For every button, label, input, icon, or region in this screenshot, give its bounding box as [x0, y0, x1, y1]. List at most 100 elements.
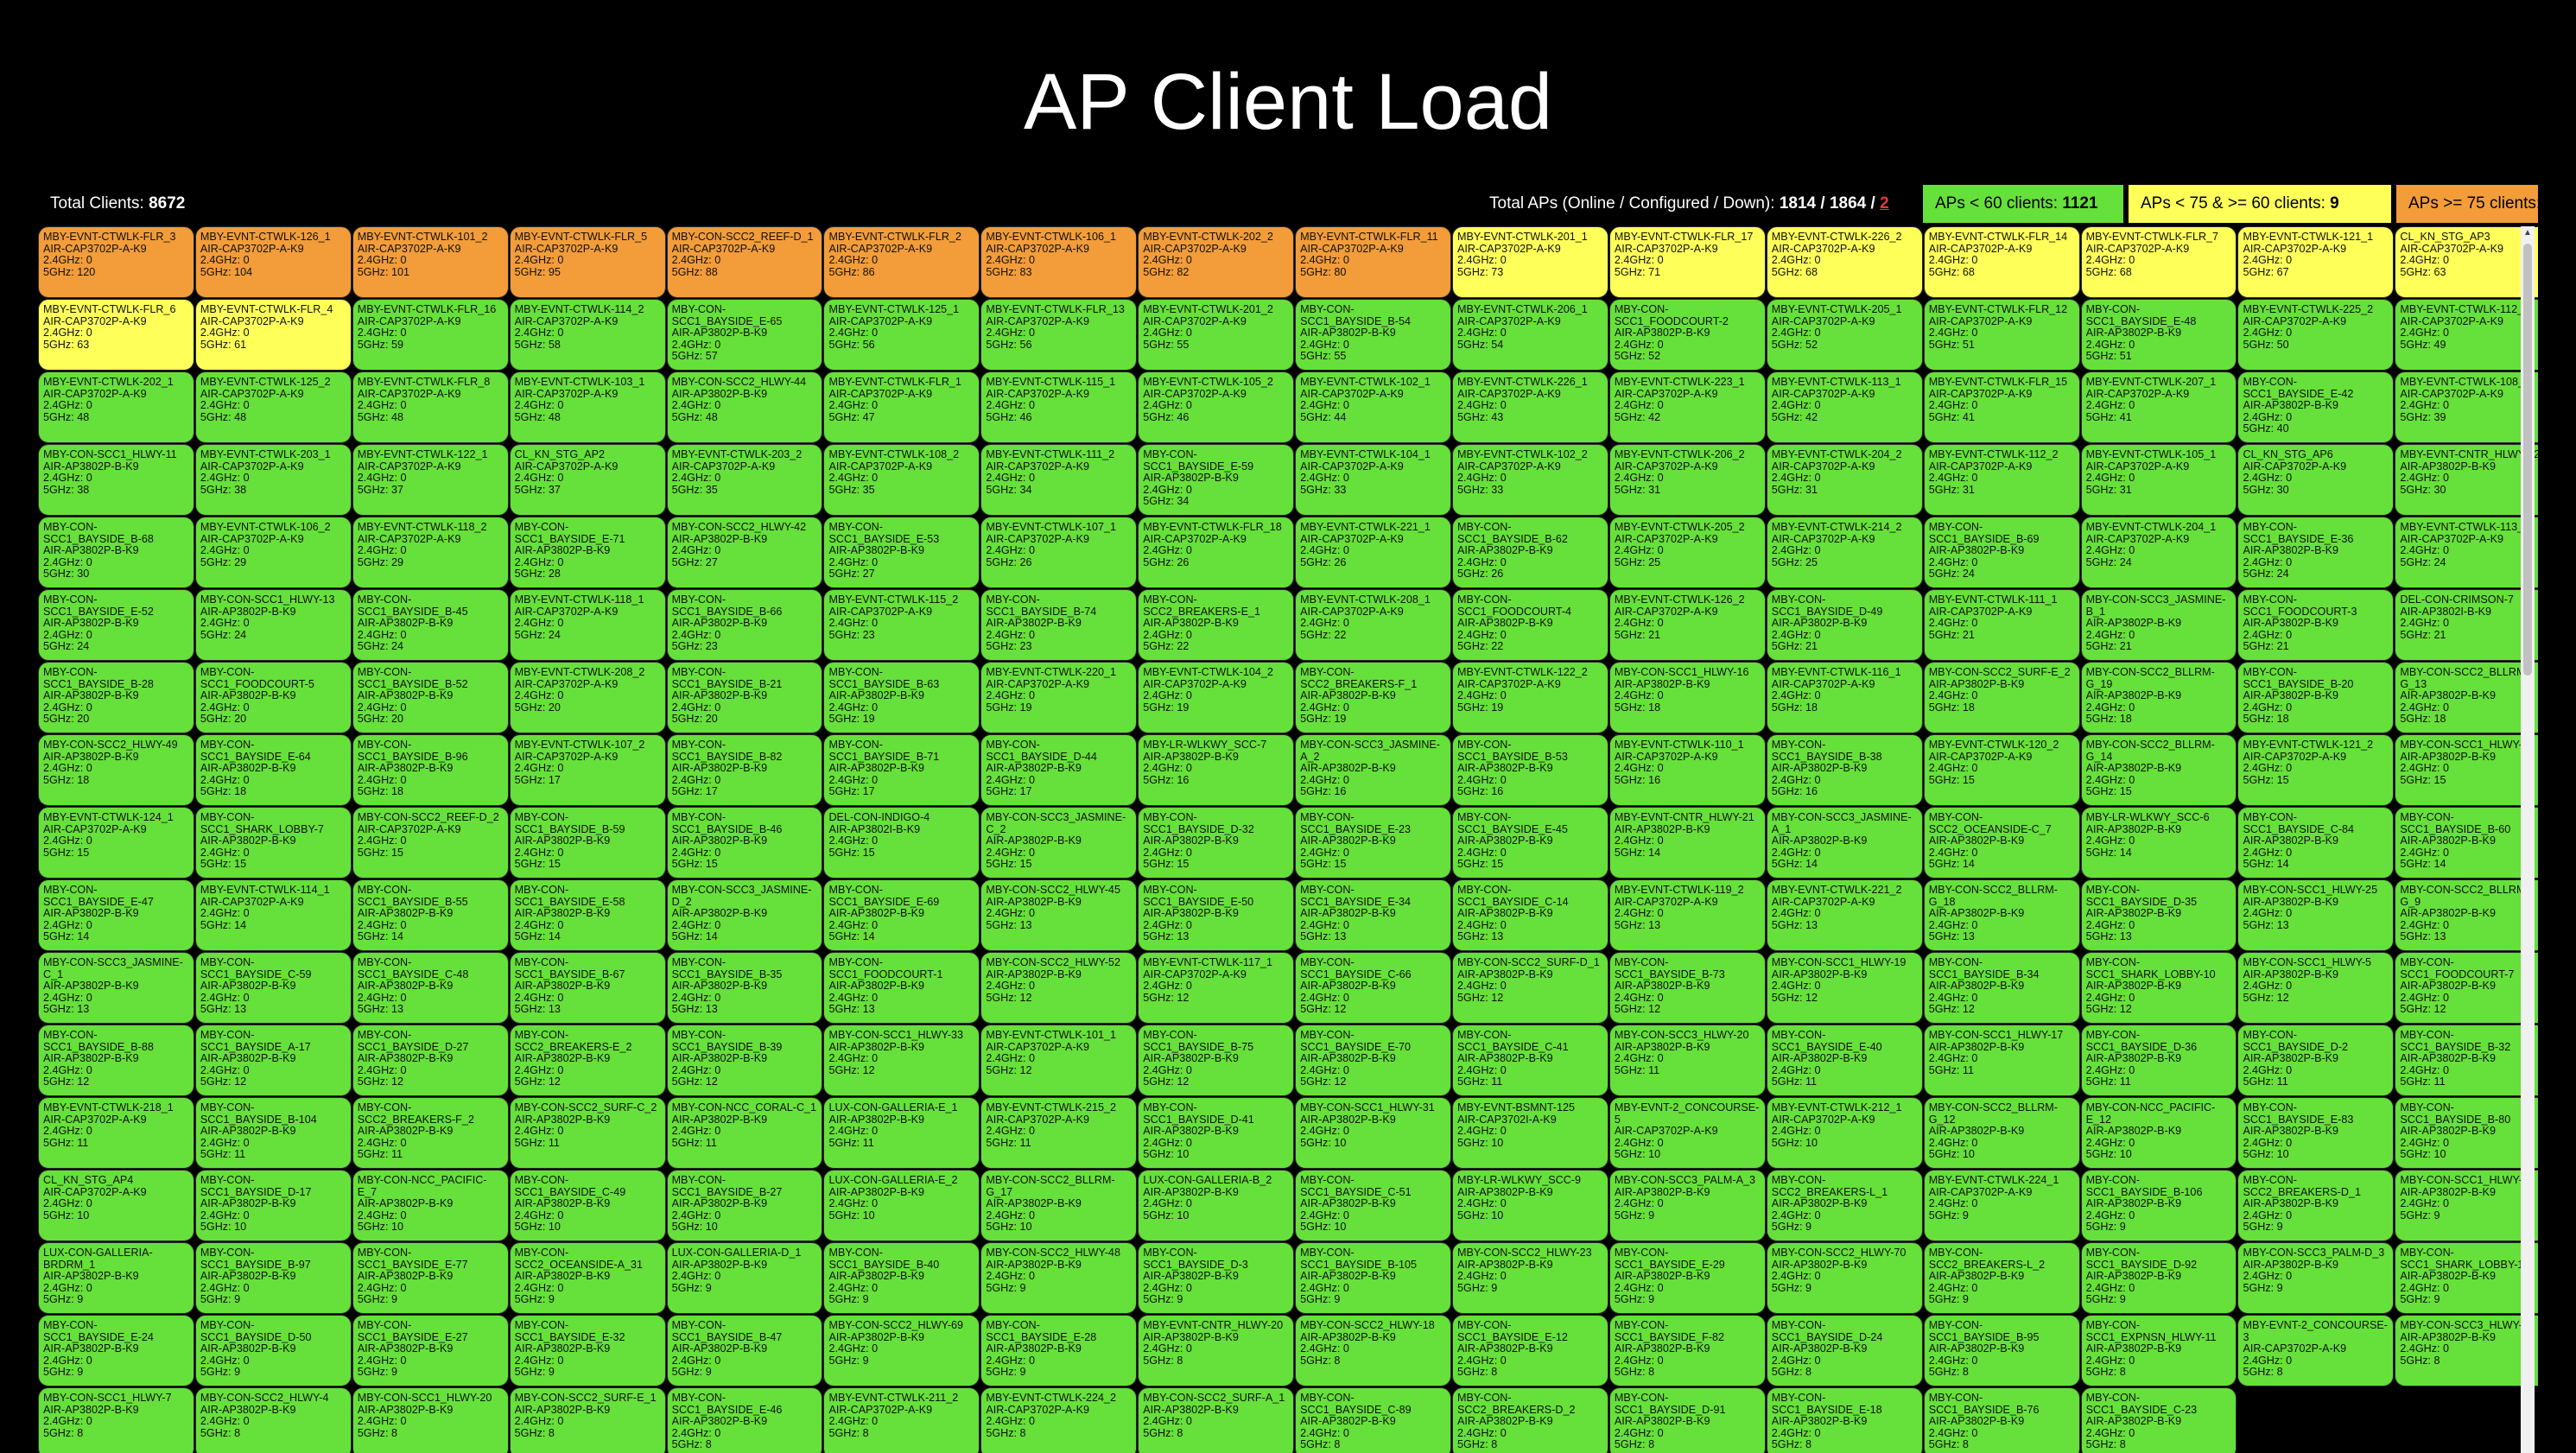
ap-card[interactable]: MBY-CON-SCC2_OCEANSIDE-C_7 AIR-AP3802P-B-… — [1923, 807, 2080, 879]
ap-card[interactable]: MBY-CON-SCC3_JASMINE-D_2 AIR-AP3802P-B-K9… — [666, 879, 823, 951]
ap-card[interactable]: MBY-CON-SCC3_JASMINE-C_1 AIR-AP3802P-B-K9… — [38, 952, 194, 1024]
ap-card[interactable]: MBY-EVNT-CTWLK-208_2 AIR-CAP3702P-A-K9 2.4… — [509, 662, 666, 733]
ap-card[interactable]: DEL-CON-INDIGO-4 AIR-AP3802I-B-K9 2.4GHz: … — [823, 807, 980, 879]
ap-card[interactable]: MBY-EVNT-CTWLK-122_2 AIR-CAP3702P-A-K9 2.4… — [1452, 662, 1608, 733]
ap-card[interactable]: MBY-CON-SCC1_BAYSIDE_E-34 AIR-AP3802P-B-K… — [1295, 879, 1452, 951]
ap-card[interactable]: MBY-EVNT-CTWLK-203_1 AIR-CAP3702P-A-K9 2.4… — [194, 444, 352, 516]
ap-card[interactable]: MBY-CON-SCC2_BREAKERS-E_2 AIR-AP3802P-B-K… — [509, 1025, 666, 1096]
ap-card[interactable]: MBY-CON-SCC1_BAYSIDE_E-52 AIR-AP3802P-B-K… — [38, 589, 194, 661]
ap-card[interactable]: MBY-CON-SCC1_BAYSIDE_B-53 AIR-AP3802P-B-K… — [1452, 734, 1608, 806]
ap-card[interactable]: MBY-EVNT-CTWLK-224_1 AIR-CAP3702P-A-K9 2.4… — [1923, 1170, 2080, 1241]
ap-card[interactable]: MBY-EVNT-CTWLK-101_1 AIR-CAP3702P-A-K9 2.4… — [980, 1025, 1138, 1096]
ap-card[interactable]: MBY-CON-SCC3_PALM-D_3 AIR-AP3802P-B-K9 2.4… — [2237, 1242, 2395, 1314]
ap-card[interactable]: MBY-EVNT-CTWLK-207_1 AIR-CAP3702P-A-K9 2.4… — [2080, 371, 2237, 443]
ap-card[interactable]: MBY-EVNT-CTWLK-102_2 AIR-CAP3702P-A-K9 2.4… — [1452, 444, 1608, 516]
ap-card[interactable]: MBY-CON-SCC1_BAYSIDE_B-35 AIR-AP3802P-B-K… — [666, 952, 823, 1024]
ap-card[interactable]: MBY-EVNT-CTWLK-FLR_15 AIR-CAP3702P-A-K9 2.… — [1923, 371, 2080, 443]
ap-card[interactable]: DEL-CON-CRIMSON-7 AIR-AP3802I-B-K9 2.4GHz:… — [2395, 589, 2538, 661]
ap-card[interactable]: MBY-CON-SCC1_HLWY-5 AIR-AP3802P-B-K9 2.4GH… — [2237, 952, 2395, 1024]
ap-card[interactable]: MBY-CON-SCC2_HLWY-70 AIR-AP3802P-B-K9 2.4G… — [1766, 1242, 1923, 1314]
ap-card[interactable]: MBY-EVNT-CTWLK-FLR_12 AIR-CAP3702P-A-K9 2.… — [1923, 299, 2080, 371]
ap-card[interactable]: MBY-CON-SCC1_BAYSIDE_B-71 AIR-AP3802P-B-K… — [823, 734, 980, 806]
ap-card[interactable]: MBY-CON-SCC2_BREAKERS-L_2 AIR-AP3802P-B-K… — [1923, 1242, 2080, 1314]
ap-card[interactable]: MBY-CON-SCC1_BAYSIDE_D-3 AIR-AP3802P-B-K9… — [1138, 1242, 1295, 1314]
ap-card[interactable]: MBY-CON-SCC1_BAYSIDE_E-29 AIR-AP3802P-B-K… — [1608, 1242, 1766, 1314]
ap-card[interactable]: MBY-EVNT-CTWLK-218_1 AIR-CAP3702P-A-K9 2.4… — [38, 1097, 194, 1169]
ap-card[interactable]: MBY-CON-SCC2_HLWY-23 AIR-AP3802P-B-K9 2.4G… — [1452, 1242, 1608, 1314]
ap-card[interactable]: MBY-CON-SCC1_FOODCOURT-3 AIR-AP3802P-B-K9… — [2237, 589, 2395, 661]
ap-card[interactable]: MBY-CON-SCC1_BAYSIDE_E-77 AIR-AP3802P-B-K… — [352, 1242, 509, 1314]
ap-card[interactable]: MBY-CON-SCC1_BAYSIDE_B-80 AIR-AP3802P-B-K… — [2395, 1097, 2538, 1169]
ap-card[interactable]: MBY-CON-SCC1_BAYSIDE_B-40 AIR-AP3802P-B-K… — [823, 1242, 980, 1314]
ap-card[interactable]: MBY-EVNT-CTWLK-FLR_11 AIR-CAP3702P-A-K9 2.… — [1295, 226, 1452, 298]
ap-card[interactable]: MBY-EVNT-CTWLK-FLR_2 AIR-CAP3702P-A-K9 2.4… — [823, 226, 980, 298]
ap-card[interactable]: MBY-CON-SCC1_HLWY-12 AIR-AP3802P-B-K9 2.4G… — [2395, 734, 2538, 806]
ap-card[interactable]: MBY-CON-SCC1_BAYSIDE_F-82 AIR-AP3802P-B-K… — [1608, 1315, 1766, 1386]
ap-card[interactable]: MBY-EVNT-CTWLK-FLR_16 AIR-CAP3702P-A-K9 2.… — [352, 299, 509, 371]
ap-card[interactable]: MBY-CON-SCC1_FOODCOURT-5 AIR-AP3802P-B-K9… — [194, 662, 352, 733]
down-count-link[interactable]: 2 — [1880, 194, 1889, 213]
ap-card[interactable]: MBY-EVNT-CTWLK-105_2 AIR-CAP3702P-A-K9 2.4… — [1138, 371, 1295, 443]
ap-card[interactable]: MBY-EVNT-CTWLK-214_2 AIR-CAP3702P-A-K9 2.4… — [1766, 517, 1923, 588]
ap-card[interactable]: MBY-CON-SCC1_BAYSIDE_B-55 AIR-AP3802P-B-K… — [352, 879, 509, 951]
ap-card[interactable]: MBY-EVNT-CTWLK-108_1 AIR-CAP3702P-A-K9 2.4… — [2395, 371, 2538, 443]
ap-card[interactable]: MBY-EVNT-CTWLK-FLR_4 AIR-CAP3702P-A-K9 2.4… — [194, 299, 352, 371]
ap-card[interactable]: MBY-EVNT-CTWLK-125_2 AIR-CAP3702P-A-K9 2.4… — [194, 371, 352, 443]
ap-card[interactable]: MBY-CON-SCC2_HLWY-45 AIR-AP3802P-B-K9 2.4G… — [980, 879, 1138, 951]
ap-card[interactable]: MBY-CON-SCC1_BAYSIDE_E-59 AIR-AP3802P-B-K… — [1138, 444, 1295, 516]
ap-card[interactable]: MBY-EVNT-CTWLK-FLR_5 AIR-CAP3702P-A-K9 2.4… — [509, 226, 666, 298]
ap-card[interactable]: MBY-CON-SCC1_BAYSIDE_B-60 AIR-AP3802P-B-K… — [2395, 807, 2538, 879]
ap-card[interactable]: MBY-EVNT-CTWLK-FLR_3 AIR-CAP3702P-A-K9 2.4… — [38, 226, 194, 298]
ap-card[interactable]: MBY-EVNT-CTWLK-112_2 AIR-CAP3702P-A-K9 2.4… — [1923, 444, 2080, 516]
ap-card[interactable]: MBY-CON-SCC1_BAYSIDE_E-24 AIR-AP3802P-B-K… — [38, 1315, 194, 1386]
ap-card[interactable]: MBY-CON-SCC2_HLWY-44 AIR-AP3802P-B-K9 2.4G… — [666, 371, 823, 443]
ap-card[interactable]: MBY-CON-SCC1_BAYSIDE_B-54 AIR-AP3802P-B-K… — [1295, 299, 1452, 371]
ap-card[interactable]: MBY-EVNT-CTWLK-220_1 AIR-CAP3702P-A-K9 2.4… — [980, 662, 1138, 733]
ap-card[interactable]: MBY-CON-SCC2_HLWY-49 AIR-AP3802P-B-K9 2.4G… — [38, 734, 194, 806]
ap-card[interactable]: MBY-CON-SCC1_BAYSIDE_B-21 AIR-AP3802P-B-K… — [666, 662, 823, 733]
ap-card[interactable]: MBY-CON-SCC1_BAYSIDE_B-67 AIR-AP3802P-B-K… — [509, 952, 666, 1024]
ap-card[interactable]: MBY-CON-SCC1_HLWY-33 AIR-AP3802P-B-K9 2.4G… — [823, 1025, 980, 1096]
ap-card[interactable]: MBY-CON-SCC1_BAYSIDE_E-40 AIR-AP3802P-B-K… — [1766, 1025, 1923, 1096]
ap-card[interactable]: MBY-CON-SCC2_BLLRM-G_9 AIR-AP3802P-B-K9 2.… — [2395, 879, 2538, 951]
ap-card[interactable]: MBY-CON-SCC1_BAYSIDE_B-28 AIR-AP3802P-B-K… — [38, 662, 194, 733]
ap-card[interactable]: MBY-EVNT-CTWLK-116_1 AIR-CAP3702P-A-K9 2.4… — [1766, 662, 1923, 733]
ap-card[interactable]: MBY-CON-SCC2_BLLRM-G_19 AIR-AP3802P-B-K9 2… — [2080, 662, 2237, 733]
ap-card[interactable]: MBY-CON-SCC2_REEF-D_2 AIR-CAP3702P-A-K9 2.… — [352, 807, 509, 879]
ap-card[interactable]: MBY-CON-SCC2_BLLRM-G_18 AIR-AP3802P-B-K9 2… — [1923, 879, 2080, 951]
ap-card[interactable]: MBY-EVNT-CTWLK-206_2 AIR-CAP3702P-A-K9 2.4… — [1608, 444, 1766, 516]
ap-card[interactable]: MBY-CON-SCC1_BAYSIDE_B-88 AIR-AP3802P-B-K… — [38, 1025, 194, 1096]
ap-card[interactable]: MBY-CON-SCC1_BAYSIDE_B-66 AIR-AP3802P-B-K… — [666, 589, 823, 661]
ap-card[interactable]: MBY-EVNT-CTWLK-205_1 AIR-CAP3702P-A-K9 2.4… — [1766, 299, 1923, 371]
ap-card[interactable]: MBY-EVNT-CTWLK-114_2 AIR-CAP3702P-A-K9 2.4… — [509, 299, 666, 371]
ap-card[interactable]: MBY-CON-SCC1_BAYSIDE_B-68 AIR-AP3802P-B-K… — [38, 517, 194, 588]
ap-card[interactable]: MBY-EVNT-CTWLK-104_2 AIR-CAP3702P-A-K9 2.4… — [1138, 662, 1295, 733]
ap-card[interactable]: MBY-EVNT-CTWLK-212_1 AIR-CAP3702P-A-K9 2.4… — [1766, 1097, 1923, 1169]
ap-card[interactable]: MBY-EVNT-2_CONCOURSE-3 AIR-CAP3702P-A-K9 2… — [2237, 1315, 2395, 1386]
ap-card[interactable]: MBY-EVNT-CTWLK-107_2 AIR-CAP3702P-A-K9 2.4… — [509, 734, 666, 806]
ap-card[interactable]: MBY-CON-SCC1_BAYSIDE_B-96 AIR-AP3802P-B-K… — [352, 734, 509, 806]
ap-card[interactable]: MBY-CON-SCC1_BAYSIDE_B-39 AIR-AP3802P-B-K… — [666, 1025, 823, 1096]
ap-card[interactable]: MBY-CON-SCC2_BREAKERS-D_2 AIR-AP3802P-B-K… — [1452, 1387, 1608, 1453]
ap-card[interactable]: MBY-CON-SCC1_BAYSIDE_D-17 AIR-AP3802P-B-K… — [194, 1170, 352, 1241]
ap-card[interactable]: MBY-CON-SCC1_HLWY-13 AIR-AP3802P-B-K9 2.4G… — [194, 589, 352, 661]
ap-card[interactable]: MBY-CON-SCC1_BAYSIDE_B-32 AIR-AP3802P-B-K… — [2395, 1025, 2538, 1096]
ap-card[interactable]: MBY-CON-SCC1_BAYSIDE_B-63 AIR-AP3802P-B-K… — [823, 662, 980, 733]
ap-card[interactable]: MBY-CON-SCC2_SURF-A_1 AIR-AP3802P-B-K9 2.4… — [1138, 1387, 1295, 1453]
ap-card[interactable]: MBY-CON-SCC2_HLWY-42 AIR-AP3802P-B-K9 2.4G… — [666, 517, 823, 588]
ap-card[interactable]: MBY-EVNT-CTWLK-FLR_18 AIR-CAP3702P-A-K9 2.… — [1138, 517, 1295, 588]
ap-card[interactable]: MBY-CON-SCC1_HLWY-31 AIR-AP3802P-B-K9 2.4G… — [1295, 1097, 1452, 1169]
ap-card[interactable]: MBY-CON-SCC3_JASMINE-A_1 AIR-AP3802P-B-K9… — [1766, 807, 1923, 879]
ap-card[interactable]: MBY-EVNT-CTWLK-107_1 AIR-CAP3702P-A-K9 2.4… — [980, 517, 1138, 588]
ap-card[interactable]: MBY-EVNT-CTWLK-117_1 AIR-CAP3702P-A-K9 2.4… — [1138, 952, 1295, 1024]
ap-card[interactable]: MBY-CON-SCC1_BAYSIDE_E-69 AIR-AP3802P-B-K… — [823, 879, 980, 951]
ap-card[interactable]: MBY-CON-SCC1_BAYSIDE_E-36 AIR-AP3802P-B-K… — [2237, 517, 2395, 588]
ap-card[interactable]: MBY-CON-SCC1_BAYSIDE_B-47 AIR-AP3802P-B-K… — [666, 1315, 823, 1386]
ap-card[interactable]: MBY-EVNT-CTWLK-118_1 AIR-CAP3702P-A-K9 2.4… — [509, 589, 666, 661]
ap-card[interactable]: MBY-CON-SCC1_BAYSIDE_B-52 AIR-AP3802P-B-K… — [352, 662, 509, 733]
ap-card[interactable]: MBY-EVNT-CTWLK-205_2 AIR-CAP3702P-A-K9 2.4… — [1608, 517, 1766, 588]
ap-card[interactable]: MBY-CON-SCC2_SURF-E_1 AIR-AP3802P-B-K9 2.4… — [509, 1387, 666, 1453]
ap-card[interactable]: LUX-CON-GALLERIA-B_2 AIR-AP3802P-B-K9 2.4G… — [1138, 1170, 1295, 1241]
ap-card[interactable]: MBY-CON-SCC1_BAYSIDE_C-49 AIR-AP3802P-B-K… — [509, 1170, 666, 1241]
ap-card[interactable]: MBY-CON-SCC2_REEF-D_1 AIR-CAP3702P-A-K9 2.… — [666, 226, 823, 298]
